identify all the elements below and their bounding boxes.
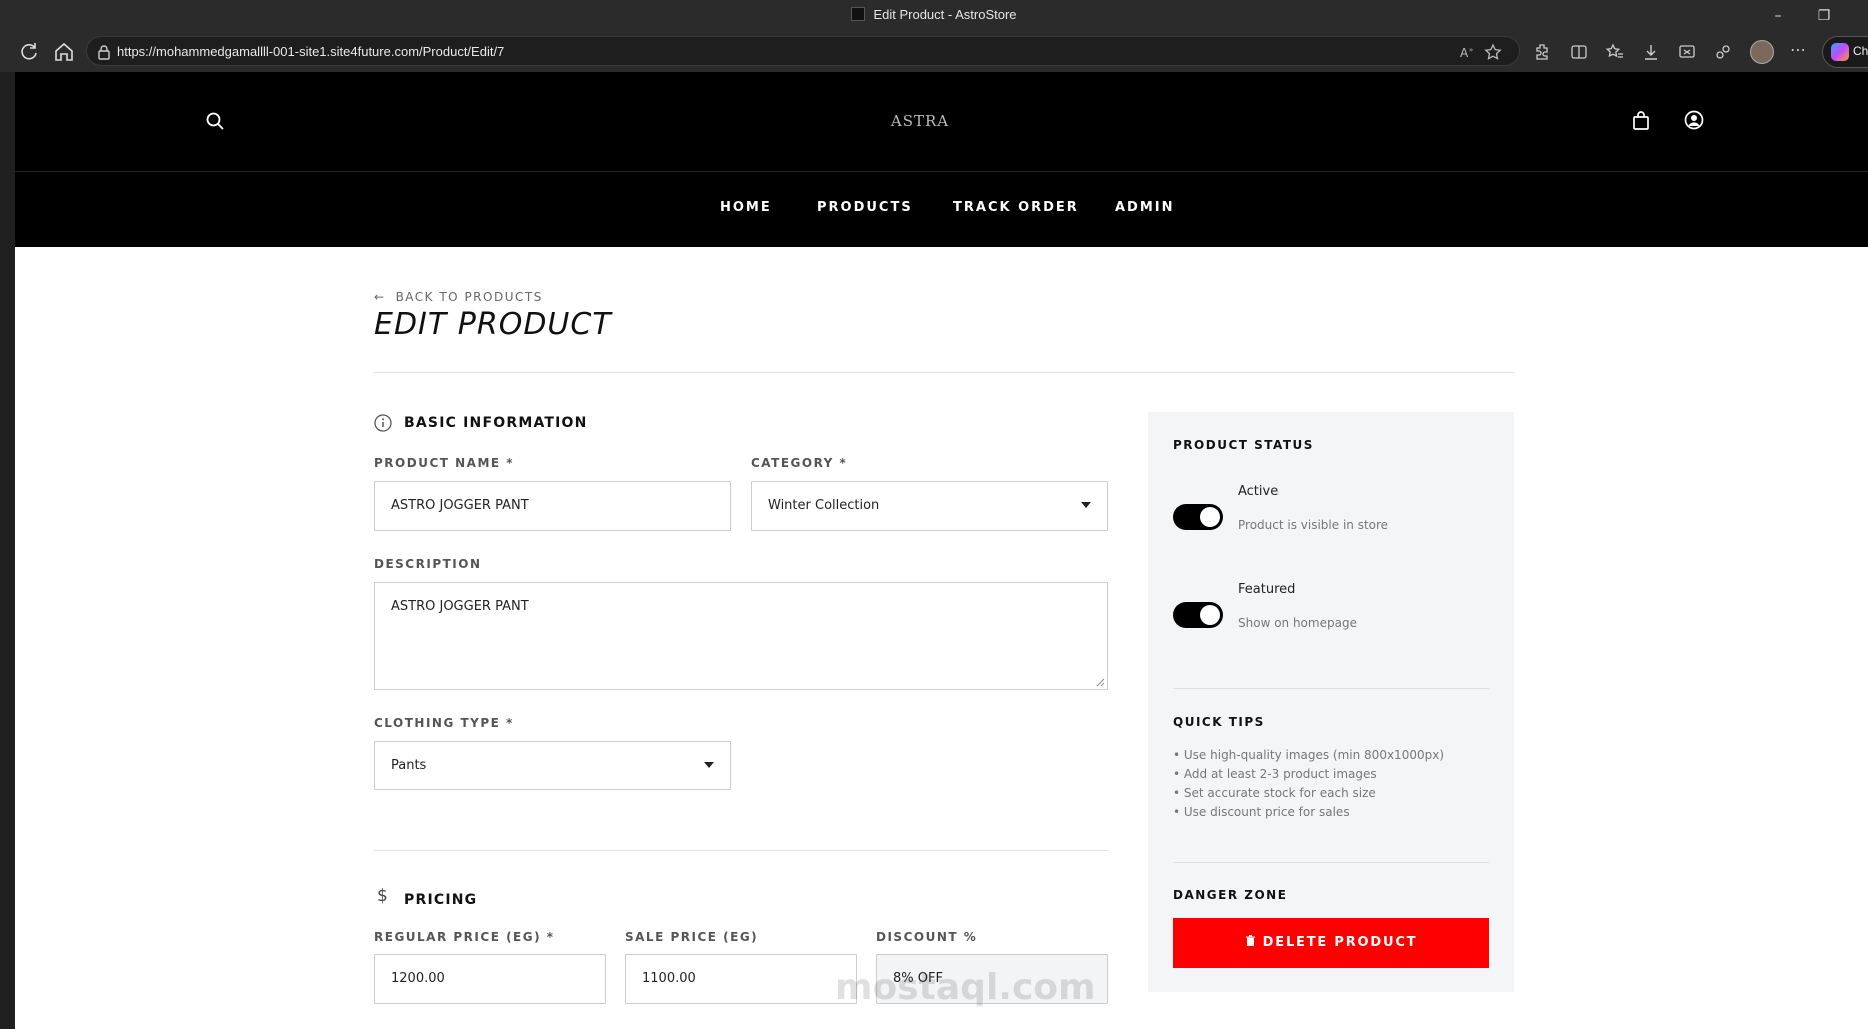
back-to-products-link[interactable]: ← BACK TO PRODUCTS: [374, 290, 543, 304]
sale-price-input[interactable]: 1100.00: [625, 954, 857, 1004]
toggle-knob: [1200, 605, 1220, 625]
tip-item: • Add at least 2-3 product images: [1173, 767, 1377, 781]
cart-icon[interactable]: [1632, 111, 1650, 131]
trash-icon: [1245, 935, 1255, 946]
chevron-down-icon: [1081, 502, 1091, 508]
favorites-icon[interactable]: [1605, 42, 1625, 62]
basic-info-title: BASIC INFORMATION: [404, 415, 588, 431]
tip-item: • Use discount price for sales: [1173, 805, 1350, 819]
main-navigation: HOME PRODUCTS TRACK ORDER ADMIN: [15, 172, 1868, 247]
clothing-type-select[interactable]: Pants: [374, 741, 731, 790]
active-toggle[interactable]: [1173, 504, 1223, 530]
home-icon[interactable]: [52, 40, 76, 64]
delete-button-label: DELETE PRODUCT: [1262, 935, 1418, 950]
clothing-type-label: CLOTHING TYPE *: [374, 716, 514, 730]
regular-price-input[interactable]: 1200.00: [374, 954, 606, 1004]
side-panel: [1148, 412, 1514, 992]
nav-home[interactable]: HOME: [720, 200, 772, 215]
more-menu-icon[interactable]: ⋯: [1790, 40, 1807, 59]
browser-toolbar: https://mohammedgamallll-001-site1.site4…: [0, 32, 1868, 72]
browser-titlebar: Edit Product - AstroStore – ❐: [0, 0, 1868, 32]
clothing-type-value: Pants: [391, 758, 427, 773]
delete-product-button[interactable]: DELETE PRODUCT: [1173, 918, 1489, 968]
split-screen-icon[interactable]: [1569, 42, 1589, 62]
chevron-down-icon: [704, 762, 714, 768]
featured-toggle[interactable]: [1173, 602, 1223, 628]
refresh-icon[interactable]: [17, 40, 41, 64]
title-divider: [374, 372, 1514, 373]
browser-left-edge: [0, 72, 15, 1029]
url-text: https://mohammedgamallll-001-site1.site4…: [117, 44, 505, 59]
category-value: Winter Collection: [768, 498, 880, 513]
copilot-button[interactable]: Ch: [1822, 36, 1868, 68]
page-title: EDIT PRODUCT: [374, 307, 612, 342]
back-link-label: BACK TO PRODUCTS: [395, 290, 543, 304]
quick-tips-title: QUICK TIPS: [1173, 715, 1265, 729]
category-select[interactable]: Winter Collection: [751, 481, 1108, 531]
regular-price-label: REGULAR PRICE (EG) *: [374, 930, 555, 944]
panel-divider: [1173, 862, 1489, 863]
web-page: ASTRA HOME PRODUCTS TRACK ORDER ADMIN ← B…: [15, 72, 1868, 1029]
downloads-icon[interactable]: [1641, 42, 1661, 62]
sale-price-label: SALE PRICE (EG): [625, 930, 759, 944]
product-name-input[interactable]: ASTRO JOGGER PANT: [374, 481, 731, 531]
section-divider: [374, 850, 1108, 851]
site-logo-text: ASTRA: [890, 112, 949, 130]
browser-essentials-icon[interactable]: [1713, 42, 1733, 62]
window-title: Edit Product - AstroStore: [0, 7, 1868, 22]
description-value: ASTRO JOGGER PANT: [391, 599, 529, 614]
nav-products[interactable]: PRODUCTS: [817, 200, 913, 215]
favicon-icon: [851, 7, 866, 21]
restore-button[interactable]: ❐: [1801, 0, 1847, 32]
panel-divider: [1173, 688, 1489, 689]
resize-handle-icon[interactable]: [1096, 678, 1105, 687]
nav-admin[interactable]: ADMIN: [1115, 200, 1175, 215]
address-bar[interactable]: https://mohammedgamallll-001-site1.site4…: [86, 36, 1520, 66]
lock-icon: [98, 45, 110, 60]
copilot-icon: [1831, 43, 1849, 61]
info-icon: [374, 414, 392, 432]
search-icon[interactable]: [205, 111, 225, 131]
site-logo[interactable]: ASTRA: [890, 106, 950, 134]
minimize-button[interactable]: –: [1755, 0, 1801, 32]
featured-label: Featured: [1238, 582, 1296, 597]
read-aloud-icon[interactable]: A»: [1459, 43, 1477, 61]
product-name-label: PRODUCT NAME *: [374, 456, 515, 470]
active-label: Active: [1238, 484, 1279, 499]
extensions-icon[interactable]: [1533, 42, 1553, 62]
tip-item: • Set accurate stock for each size: [1173, 786, 1376, 800]
description-textarea[interactable]: ASTRO JOGGER PANT: [374, 582, 1108, 690]
category-label: CATEGORY *: [751, 456, 848, 470]
screenshot-icon[interactable]: [1677, 42, 1697, 62]
profile-avatar[interactable]: [1750, 40, 1774, 64]
arrow-left-icon: ←: [374, 290, 386, 304]
tip-item: • Use high-quality images (min 800x1000p…: [1173, 748, 1444, 762]
svg-text:»: »: [1469, 46, 1473, 54]
copilot-label: Ch: [1853, 44, 1868, 58]
svg-text:A: A: [1460, 46, 1469, 60]
favorite-star-icon[interactable]: [1484, 43, 1502, 61]
product-status-title: PRODUCT STATUS: [1173, 438, 1314, 452]
toggle-knob: [1200, 507, 1220, 527]
discount-label: DISCOUNT %: [876, 930, 978, 944]
pricing-title: PRICING: [404, 892, 478, 908]
watermark: mostaql.com: [835, 967, 1096, 1008]
active-description: Product is visible in store: [1238, 518, 1389, 532]
site-header: ASTRA: [15, 72, 1868, 172]
account-icon[interactable]: [1684, 110, 1704, 130]
dollar-icon: $: [377, 886, 388, 906]
danger-zone-title: DANGER ZONE: [1173, 888, 1288, 902]
featured-description: Show on homepage: [1238, 616, 1357, 630]
window-title-text: Edit Product - AstroStore: [873, 7, 1017, 22]
nav-track-order[interactable]: TRACK ORDER: [953, 200, 1079, 215]
description-label: DESCRIPTION: [374, 557, 482, 571]
